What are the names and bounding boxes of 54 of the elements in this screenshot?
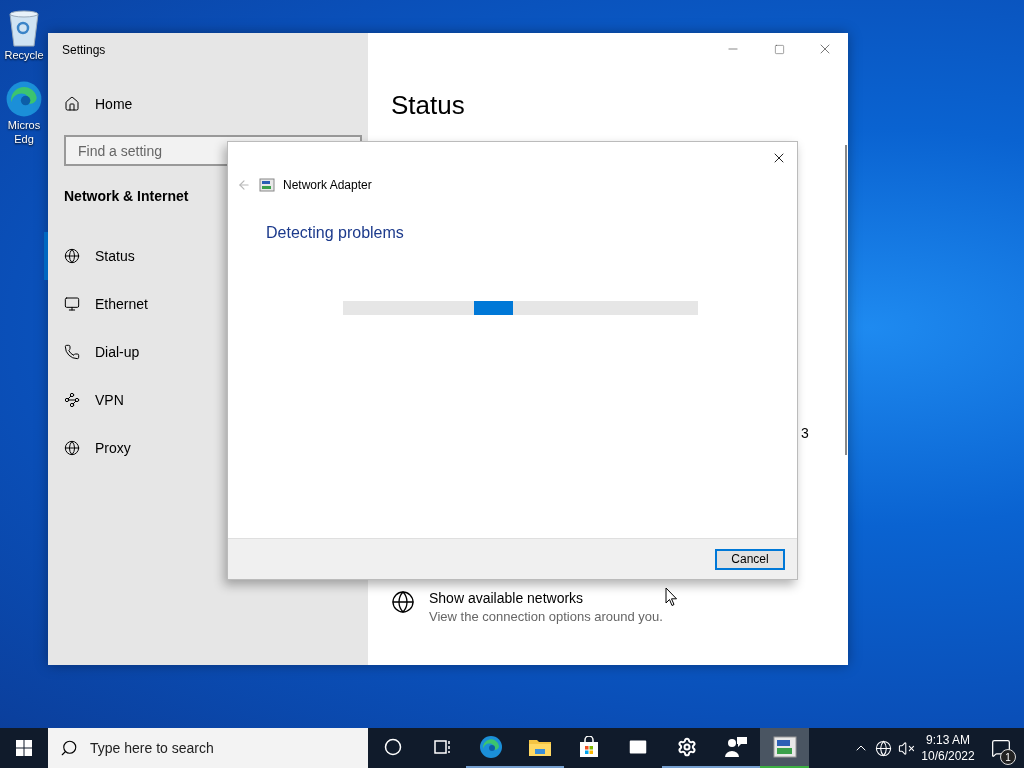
speaker-muted-icon — [898, 739, 915, 757]
nav-label: Ethernet — [95, 296, 148, 312]
maximize-icon — [773, 43, 785, 55]
scrollbar[interactable] — [845, 145, 847, 455]
taskbar-search-field[interactable]: Type here to search — [48, 728, 368, 768]
window-title: Settings — [62, 43, 107, 57]
edge-icon — [478, 735, 503, 759]
desktop-icon-label[interactable]: Micros — [7, 118, 41, 132]
clock[interactable]: 9:13 AM 10/6/2022 — [918, 728, 978, 768]
windows-icon — [16, 740, 32, 756]
circle-icon — [383, 738, 402, 756]
settings-icon — [676, 737, 697, 757]
globe-icon — [64, 248, 80, 264]
edge-icon — [5, 80, 43, 118]
search-input[interactable]: Find a setting — [76, 141, 360, 160]
dialog-title: Network Adapter — [283, 178, 372, 192]
nav-label: Proxy — [95, 440, 131, 456]
recycle-bin-icon — [6, 8, 42, 48]
globe-icon — [391, 590, 415, 614]
cancel-button[interactable]: Cancel — [715, 548, 785, 570]
nav-label: Status — [95, 248, 135, 264]
cut-off-text: 3 — [801, 425, 809, 441]
nav-item[interactable]: Dial-up — [44, 328, 368, 376]
nav-item[interactable]: VPN — [44, 376, 368, 424]
taskbar-search-input[interactable]: Type here to search — [88, 739, 332, 757]
monitor-icon — [64, 296, 80, 312]
cursor-icon — [665, 587, 678, 607]
nav-label: VPN — [95, 392, 124, 408]
people-icon — [723, 736, 748, 758]
action-description: View the connection options around you. — [429, 609, 663, 624]
desktop-icon-label[interactable]: Edg — [14, 132, 34, 146]
action-title: Show available networks — [429, 590, 585, 606]
nav-item[interactable]: Proxy — [44, 424, 368, 472]
task-view-icon — [432, 738, 451, 756]
page-title: Status — [391, 90, 466, 120]
phone-icon — [64, 344, 80, 360]
nav-item[interactable]: Ethernet — [44, 280, 368, 328]
desktop-icon-label[interactable]: Recycle — [4, 48, 44, 62]
vpn-icon — [64, 392, 80, 408]
home-link[interactable]: Home — [48, 84, 368, 124]
network-adapter-icon — [259, 177, 275, 193]
search-icon — [60, 739, 78, 757]
notifications-button[interactable]: 1 — [978, 728, 1024, 768]
show-networks-link[interactable]: Show available networks View the connection options around you. — [391, 590, 848, 624]
taskbar-app-button[interactable] — [760, 728, 809, 768]
nav-label: Dial-up — [95, 344, 140, 360]
home-label: Home — [95, 96, 133, 112]
notification-count: 1 — [1000, 749, 1016, 765]
home-icon — [64, 96, 80, 112]
network-adapter-icon — [772, 736, 797, 758]
globe-icon — [875, 739, 892, 757]
folder-icon — [527, 737, 552, 757]
shopping-bag-icon — [577, 736, 600, 758]
globe-icon — [64, 440, 80, 456]
